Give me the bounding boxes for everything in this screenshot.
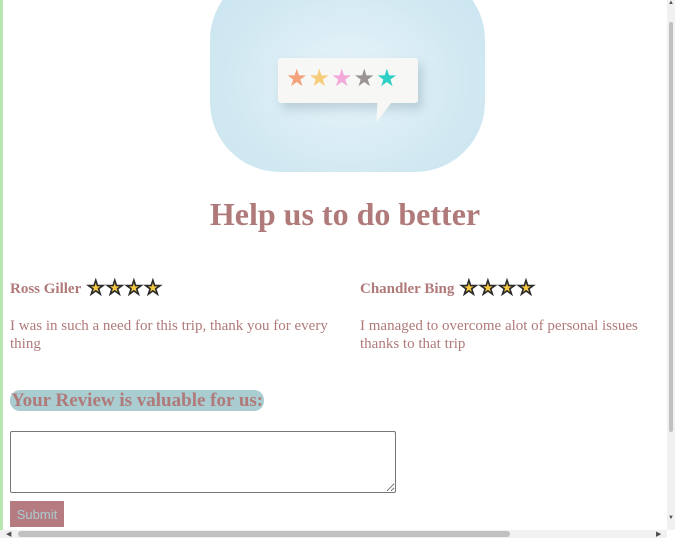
review-rating: ★ ★ ★ ★ xyxy=(87,278,162,299)
star-icon: ★ xyxy=(353,66,376,92)
speech-bubble-tail xyxy=(370,100,394,122)
scroll-down-arrow-icon[interactable]: ▼ xyxy=(668,515,674,521)
star-icon: ★ xyxy=(87,278,105,299)
page-left-border xyxy=(0,0,3,538)
star-icon: ★ xyxy=(517,278,535,299)
submit-button[interactable]: Submit xyxy=(10,501,64,527)
star-icon: ★ xyxy=(144,278,162,299)
star-icon: ★ xyxy=(331,66,353,92)
star-icon: ★ xyxy=(498,278,516,299)
review-rating: ★ ★ ★ ★ xyxy=(460,278,535,299)
star-icon: ★ xyxy=(308,66,331,92)
review-text: I managed to overcome alot of personal i… xyxy=(360,318,638,352)
vertical-scroll-thumb[interactable] xyxy=(669,22,673,432)
scroll-up-arrow-icon[interactable]: ▲ xyxy=(668,0,674,6)
hero-star-row: ★ ★ ★ ★ ★ xyxy=(286,66,398,92)
review-textarea[interactable] xyxy=(10,431,396,493)
review-prompt-label: Your Review is valuable for us: xyxy=(10,390,265,411)
star-icon: ★ xyxy=(125,278,143,299)
star-icon: ★ xyxy=(376,66,398,92)
star-icon: ★ xyxy=(460,278,478,299)
scroll-right-arrow-icon[interactable]: ▶ xyxy=(656,530,661,538)
review-header: Chandler Bing ★ ★ ★ ★ xyxy=(360,278,675,300)
scroll-left-arrow-icon[interactable]: ◀ xyxy=(6,530,11,538)
review-text: I was in such a need for this trip, than… xyxy=(10,318,328,352)
horizontal-scrollbar[interactable]: ◀ ▶ xyxy=(0,530,667,538)
reviewer-name: Ross Giller xyxy=(10,280,82,297)
star-icon: ★ xyxy=(106,278,124,299)
page-title: Help us to do better xyxy=(209,196,481,232)
review-card: Ross Giller ★ ★ ★ ★ I was in such a need… xyxy=(10,278,330,353)
vertical-scrollbar[interactable]: ▲ ▼ xyxy=(667,0,675,530)
reviewer-name: Chandler Bing xyxy=(360,280,455,297)
hero-rating-image: ★ ★ ★ ★ ★ xyxy=(210,0,485,172)
star-icon: ★ xyxy=(479,278,497,299)
review-header: Ross Giller ★ ★ ★ ★ xyxy=(10,278,330,300)
star-icon: ★ xyxy=(286,66,308,92)
horizontal-scroll-thumb[interactable] xyxy=(18,531,510,537)
review-card: Chandler Bing ★ ★ ★ ★ I managed to overc… xyxy=(360,278,675,353)
